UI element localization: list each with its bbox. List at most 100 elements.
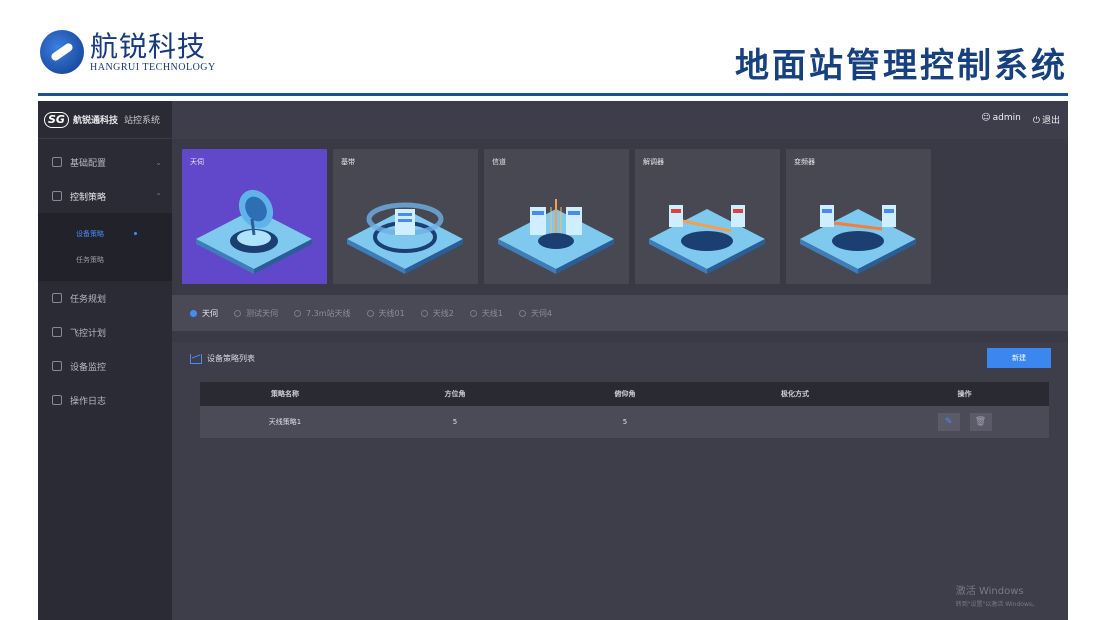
chevron-up-icon: ⌃ xyxy=(155,191,162,201)
monitor-icon xyxy=(52,361,62,371)
sidebar-item-basic-config[interactable]: 基础配置 ⌄ xyxy=(38,145,172,179)
logo-mark-icon xyxy=(40,30,84,74)
cell-name: 天线策略1 xyxy=(268,418,302,426)
company-logo: 航锐科技 HANGRUI TECHNOLOGY xyxy=(40,30,216,74)
radio-icon xyxy=(420,309,428,317)
antenna-icon xyxy=(196,189,312,274)
sidebar-item-flight-plan[interactable]: 飞控计划 xyxy=(38,315,172,349)
logo-text: 航锐科技 HANGRUI TECHNOLOGY xyxy=(90,29,216,73)
table-row[interactable]: 天线策略1 5 5 ✎ 🗑 xyxy=(200,406,1049,438)
table-header: 策略名称 方位角 俯仰角 极化方式 操作 xyxy=(200,382,1049,406)
submenu-item-device-strategy[interactable]: 设备策略 xyxy=(38,221,172,247)
strategy-table: 策略名称 方位角 俯仰角 极化方式 操作 天线策略1 5 5 ✎ 🗑 xyxy=(200,382,1049,438)
column-header: 极化方式 xyxy=(781,390,809,398)
converter-icon xyxy=(800,205,916,274)
slide: 航锐科技 HANGRUI TECHNOLOGY 地面站管理控制系统 SG 航锐通… xyxy=(0,0,1104,620)
new-button[interactable]: 新建 xyxy=(987,348,1051,368)
app-window: SG 航锐通科技 站控系统 基础配置 ⌄ 控制策略 ⌃ 设备策略 任务策略 任务… xyxy=(38,101,1068,620)
main-content: 天伺 基带 信道 解调器 变频器 天伺 测试天伺 7.3m站天线 天线01 天线… xyxy=(172,139,1068,620)
radio-device-6[interactable]: 天伺4 xyxy=(518,308,552,319)
card-label: 解调器 xyxy=(643,158,664,166)
radio-device-5[interactable]: 天线1 xyxy=(469,308,503,319)
sidebar-item-control-strategy[interactable]: 控制策略 ⌃ xyxy=(38,179,172,213)
radio-label: 天线2 xyxy=(432,308,454,318)
radio-icon xyxy=(234,309,241,317)
brand-name: 航锐通科技 xyxy=(72,116,118,126)
sidebar-item-label: 飞控计划 xyxy=(70,328,107,339)
title-divider xyxy=(38,93,1068,96)
brand-system: 站控系统 xyxy=(123,116,160,126)
radio-label: 7.3m站天线 xyxy=(306,308,351,318)
card-label: 天伺 xyxy=(190,158,204,166)
panel-title-label: 设备策略列表 xyxy=(207,354,255,363)
windows-activation-watermark: 激活 Windows 转到"设置"以激活 Windows。 xyxy=(956,582,1038,608)
sidebar-item-device-monitor[interactable]: 设备监控 xyxy=(38,349,172,383)
device-card-antenna[interactable]: 天伺 xyxy=(182,149,327,284)
log-icon xyxy=(52,395,62,405)
demodulator-icon xyxy=(649,205,765,274)
brand-logo-icon: SG xyxy=(44,111,69,128)
user-controls: admin 退出 xyxy=(981,113,1060,126)
logout-button[interactable]: 退出 xyxy=(1033,113,1060,126)
column-header: 操作 xyxy=(957,390,972,398)
card-label: 信道 xyxy=(492,158,506,166)
device-card-converter[interactable]: 变频器 xyxy=(786,149,931,284)
user-menu[interactable]: admin xyxy=(981,113,1021,126)
watermark-line2: 转到"设置"以激活 Windows。 xyxy=(955,601,1038,608)
radio-icon xyxy=(366,309,374,317)
card-label: 基带 xyxy=(341,158,355,166)
device-type-cards: 天伺 基带 信道 解调器 变频器 xyxy=(182,149,931,284)
sidebar-item-label: 设备监控 xyxy=(70,362,107,373)
sidebar-item-label: 任务规划 xyxy=(70,294,107,305)
planning-icon xyxy=(52,293,62,303)
submenu-item-task-strategy[interactable]: 任务策略 xyxy=(38,247,172,273)
column-header: 方位角 xyxy=(444,390,466,398)
submenu: 设备策略 任务策略 xyxy=(38,213,172,281)
slide-title: 地面站管理控制系统 xyxy=(735,46,1068,86)
radio-device-2[interactable]: 7.3m站天线 xyxy=(294,308,351,319)
brand[interactable]: SG 航锐通科技 站控系统 xyxy=(38,101,172,139)
radio-label: 测试天伺 xyxy=(246,308,278,318)
radio-label: 天线1 xyxy=(481,308,503,318)
sidebar-item-task-planning[interactable]: 任务规划 xyxy=(38,281,172,315)
cell-actions: ✎ 🗑 xyxy=(880,413,1049,431)
logo-en: HANGRUI TECHNOLOGY xyxy=(90,61,216,73)
chevron-down-icon: ⌄ xyxy=(155,157,162,167)
strategy-list-panel: 设备策略列表 新建 策略名称 方位角 俯仰角 极化方式 操作 天线策略1 5 5 xyxy=(172,342,1068,620)
submenu-item-label: 设备策略 xyxy=(76,230,104,238)
topbar: admin 退出 xyxy=(172,101,1068,139)
chart-icon xyxy=(190,353,202,364)
sidebar: SG 航锐通科技 站控系统 基础配置 ⌄ 控制策略 ⌃ 设备策略 任务策略 任务… xyxy=(38,101,172,620)
radio-icon xyxy=(518,309,526,317)
device-card-demodulator[interactable]: 解调器 xyxy=(635,149,780,284)
device-filter-bar: 天伺 测试天伺 7.3m站天线 天线01 天线2 天线1 天伺4 xyxy=(172,295,1068,331)
sidebar-item-label: 操作日志 xyxy=(70,396,107,407)
logo-cn: 航锐科技 xyxy=(90,29,207,63)
cell-elevation: 5 xyxy=(622,418,628,426)
column-header: 俯仰角 xyxy=(614,390,636,398)
radio-label: 天线01 xyxy=(378,308,405,318)
submenu-item-label: 任务策略 xyxy=(76,256,104,264)
edit-icon[interactable]: ✎ xyxy=(937,413,960,431)
radio-device-0[interactable]: 天伺 xyxy=(190,308,218,319)
radio-icon xyxy=(294,309,301,317)
device-card-baseband[interactable]: 基带 xyxy=(333,149,478,284)
radio-device-1[interactable]: 测试天伺 xyxy=(234,308,278,319)
sidebar-item-operation-log[interactable]: 操作日志 xyxy=(38,383,172,417)
device-card-channel[interactable]: 信道 xyxy=(484,149,629,284)
config-icon xyxy=(52,157,62,167)
baseband-icon xyxy=(347,202,463,274)
channel-icon xyxy=(498,199,614,274)
panel-title: 设备策略列表 xyxy=(190,353,255,364)
trash-icon[interactable]: 🗑 xyxy=(969,413,992,431)
radio-device-3[interactable]: 天线01 xyxy=(366,308,405,319)
radio-device-4[interactable]: 天线2 xyxy=(420,308,454,319)
card-label: 变频器 xyxy=(794,158,815,166)
radio-selected-icon xyxy=(190,309,197,317)
cell-azimuth: 5 xyxy=(452,418,458,426)
radio-label: 天伺4 xyxy=(530,308,552,318)
radio-label: 天伺 xyxy=(202,308,218,318)
column-header: 策略名称 xyxy=(271,390,299,398)
active-dot-icon xyxy=(134,232,137,235)
sidebar-item-label: 控制策略 xyxy=(70,192,107,203)
